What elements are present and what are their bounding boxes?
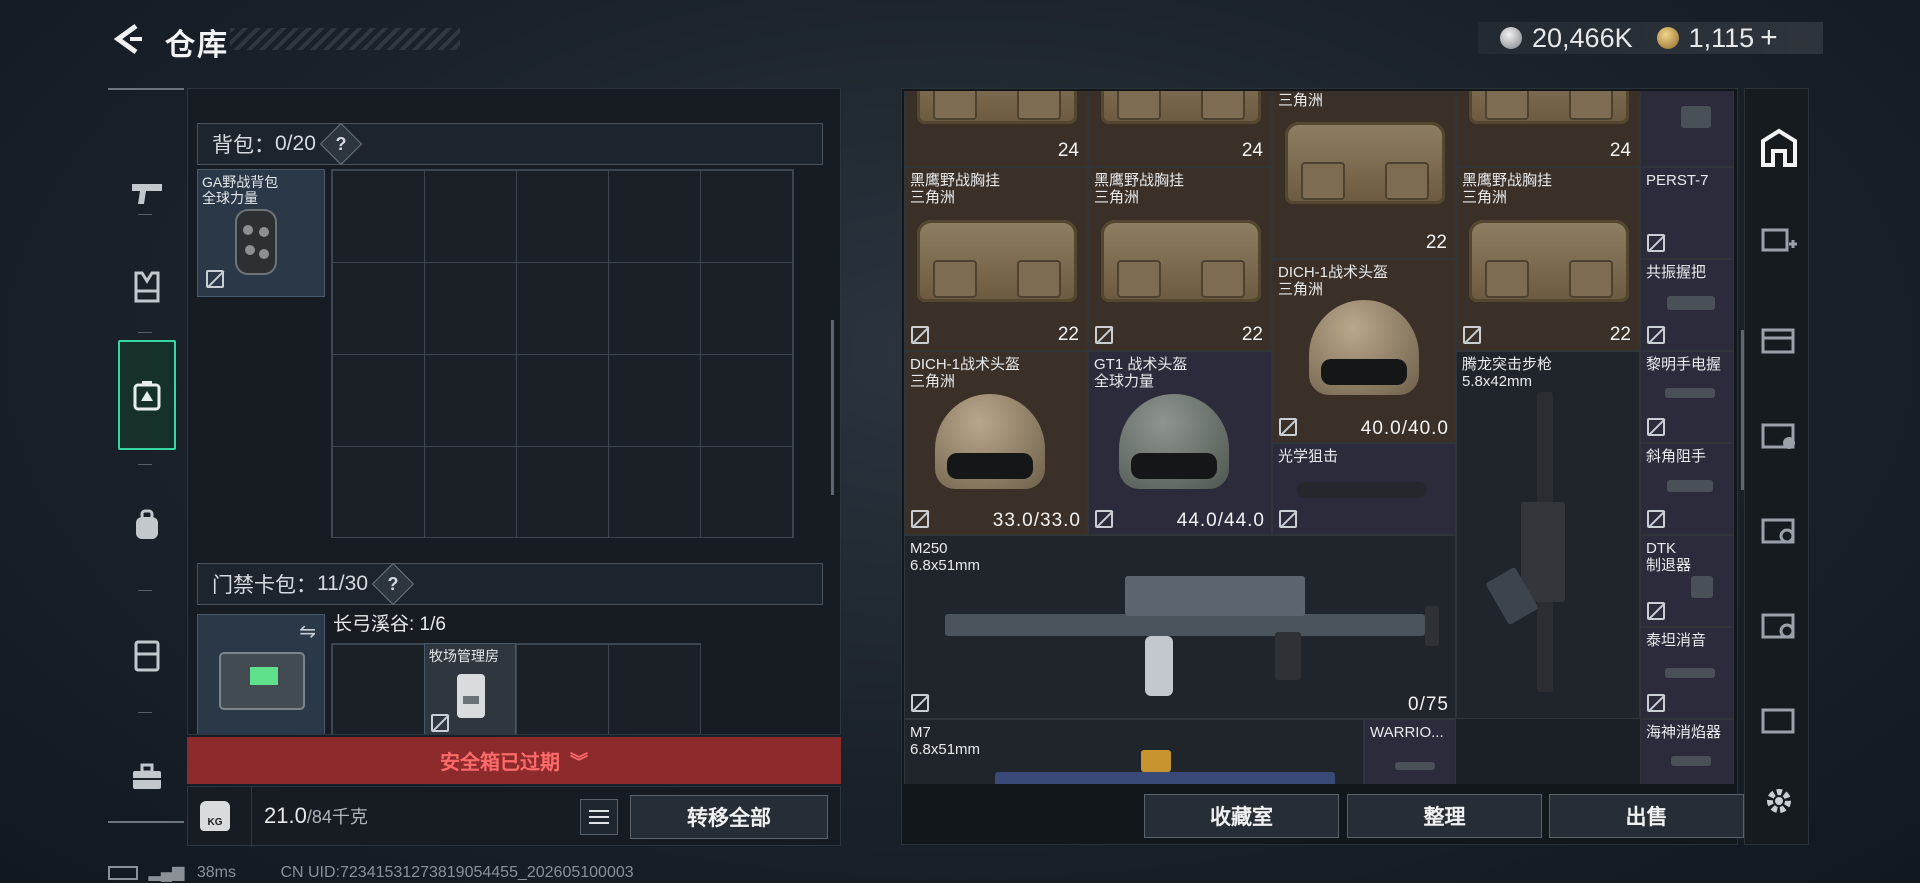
chest-rig-tab[interactable]	[118, 600, 176, 710]
safebox-tab[interactable]	[118, 340, 176, 450]
safebox-expired-banner[interactable]: 安全箱已过期 ︾	[187, 737, 841, 784]
stash-item-chest-rig[interactable]: 黑鹰野战胸挂 三角洲 22	[1088, 167, 1272, 351]
stash-item-bag[interactable]: 24	[1456, 91, 1640, 167]
signal-icon: ▂▄▆	[148, 864, 185, 881]
stash-grid[interactable]: 24 24 三角洲 22 24 黑鹰野战胸挂 三角洲 22 黑鹰野战胸挂 三角洲 22 黑…	[904, 91, 1734, 784]
case-4b-icon[interactable]	[1759, 604, 1799, 644]
swap-icon[interactable]: ⇋	[299, 619, 316, 644]
collection-room-button[interactable]: 收藏室	[1144, 794, 1339, 838]
keycard-label: 门禁卡包：	[212, 574, 317, 597]
keycard-header: 门禁卡包： 11/30 ?	[197, 562, 823, 606]
case-4-icon[interactable]	[1759, 414, 1799, 454]
case-tab[interactable]	[118, 722, 176, 832]
briefcase-icon	[133, 763, 161, 789]
stash-item-scope[interactable]: 光学狙击	[1272, 443, 1456, 535]
stash-item-bag[interactable]: 24	[1088, 91, 1272, 167]
vest-icon	[134, 271, 160, 303]
backpack-item-name: GA野战背包	[202, 174, 279, 190]
add-case-icon[interactable]	[1759, 219, 1799, 259]
add-currency-icon[interactable]: +	[1760, 21, 1778, 55]
keycard-grid[interactable]	[331, 643, 701, 734]
case-5-icon[interactable]	[1759, 509, 1799, 549]
backpack-icon	[136, 509, 158, 539]
stash-item-chest-rig[interactable]: 黑鹰野战胸挂 三角洲 22	[904, 167, 1088, 351]
weight-current: 21.0	[264, 803, 307, 828]
expired-text: 安全箱已过期	[440, 752, 560, 774]
stash-item-helmet[interactable]: DICH-1战术头盔 三角洲 40.0/40.0	[1272, 259, 1456, 443]
backpack-count: 0/20	[275, 132, 316, 155]
keycard-case-image	[219, 652, 305, 710]
keycard-image	[457, 674, 485, 718]
backpack-grid[interactable]	[331, 169, 794, 538]
stash-item-helmet[interactable]: GT1 战术头盔 全球力量 44.0/44.0	[1088, 351, 1272, 535]
list-view-button[interactable]	[580, 799, 618, 835]
gold-coin-icon	[1656, 27, 1679, 49]
stash-item-warrior[interactable]: WARRIO...	[1364, 719, 1456, 784]
backpack-header: 背包： 0/20 ?	[197, 122, 823, 166]
keycard-case-slot[interactable]: ⇋	[197, 614, 325, 734]
battery-icon	[108, 865, 138, 880]
page-title: 仓库	[165, 29, 229, 62]
stash-item-bag[interactable]: 三角洲 22	[1272, 91, 1456, 259]
stash-item-helmet[interactable]: DICH-1战术头盔 三角洲 33.0/33.0	[904, 351, 1088, 535]
stash-item-m250[interactable]: M250 6.8x51mm 0/75	[904, 535, 1456, 719]
ping-text: 38ms	[196, 864, 236, 881]
organize-button[interactable]: 整理	[1347, 794, 1542, 838]
weight-max: /84千克	[306, 807, 368, 827]
keycard-item-name: 牧场管理房	[429, 648, 499, 664]
backpack-tab[interactable]	[118, 470, 176, 580]
pistol-icon	[132, 184, 162, 204]
status-footer: ▂▄▆ 38ms CN UID:72341531273819054455_202…	[108, 862, 634, 882]
keycard-count: 11/30	[317, 572, 368, 595]
case-2-icon[interactable]	[1759, 319, 1799, 359]
keycard-map-label: 长弓溪谷: 1/6	[333, 614, 446, 635]
stash-item-attachment[interactable]: 黎明手电握	[1640, 351, 1734, 443]
chevron-down-icon: ︾	[570, 751, 588, 772]
stash-item-bag[interactable]: 24	[904, 91, 1088, 167]
backpack-label: 背包：	[212, 134, 275, 157]
backpack-help-icon[interactable]: ?	[319, 122, 363, 166]
base-icon[interactable]	[1759, 127, 1799, 167]
stash-item-m7[interactable]: M7 6.8x51mm	[904, 719, 1364, 784]
transfer-all-button[interactable]: 转移全部	[630, 795, 828, 839]
stash-item-attachment[interactable]	[1640, 91, 1734, 167]
safebox-icon	[133, 381, 161, 411]
gold-amount: 1,115	[1688, 22, 1755, 53]
weight-bar: KG 21.0/84千克 转移全部	[187, 786, 841, 847]
keycard-help-icon[interactable]: ?	[371, 562, 415, 606]
uid-text: CN UID:72341531273819054455_202605100003	[280, 864, 634, 881]
safebox-panel: 背包： 0/20 ? GA野战背包 全球力量 门禁卡包： 11/30 ? ⇋ 长弓…	[187, 88, 841, 735]
chest-rig-icon	[134, 640, 160, 672]
weight-icon: KG	[200, 801, 230, 831]
left-scrollbar[interactable]	[831, 320, 834, 495]
keycard-item[interactable]: 牧场管理房	[424, 643, 516, 734]
stash-item-chest-rig[interactable]: 黑鹰野战胸挂 三角洲 22	[1456, 167, 1640, 351]
sell-button[interactable]: 出售	[1549, 794, 1744, 838]
stash-item-attachment[interactable]: PERST-7	[1640, 167, 1734, 259]
case-4c-icon[interactable]	[1759, 699, 1799, 739]
stash-item-attachment[interactable]: 海神消焰器	[1640, 719, 1734, 784]
silver-amount: 20,466K	[1532, 22, 1633, 53]
stash-item-rifle[interactable]: 腾龙突击步枪 5.8x42mm	[1456, 351, 1640, 719]
stash-item-attachment[interactable]: DTK 制退器	[1640, 535, 1734, 627]
silver-coin-icon	[1500, 27, 1522, 49]
left-nav	[108, 88, 184, 823]
title-decoration	[230, 28, 460, 50]
backpack-item-image	[235, 209, 277, 275]
stash-item-attachment[interactable]: 共振握把	[1640, 259, 1734, 351]
right-sidebar	[1744, 88, 1809, 845]
settings-icon[interactable]	[1759, 781, 1799, 821]
stash-item-attachment[interactable]: 斜角阻手	[1640, 443, 1734, 535]
backpack-slot[interactable]: GA野战背包 全球力量	[197, 169, 325, 297]
back-arrow-icon[interactable]	[110, 22, 144, 56]
currency-bar[interactable]: 20,466K 1,115 +	[1478, 21, 1823, 55]
stash-item-attachment[interactable]: 泰坦消音	[1640, 627, 1734, 719]
armor-tab[interactable]	[118, 232, 176, 342]
unlocked-icon	[206, 270, 224, 288]
